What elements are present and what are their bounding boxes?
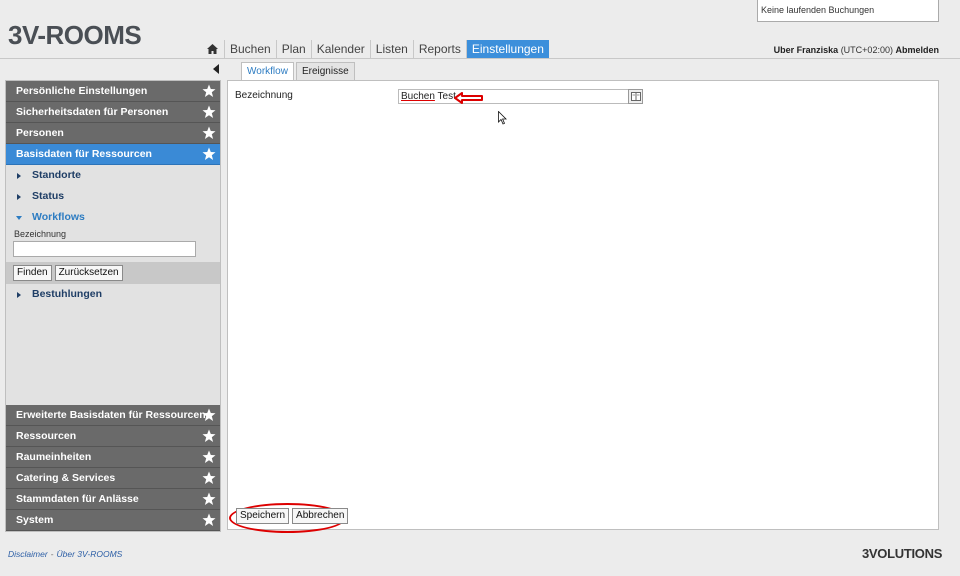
timezone: (UTC+02:00) bbox=[840, 45, 893, 55]
home-tab[interactable] bbox=[201, 40, 225, 58]
sidebar-section-label: Ressourcen bbox=[16, 430, 77, 442]
star-icon[interactable] bbox=[202, 105, 216, 119]
star-icon[interactable] bbox=[202, 408, 216, 422]
sidebar-section-system[interactable]: System bbox=[6, 510, 220, 531]
sidebar-section-label: Stammdaten für Anlässe bbox=[16, 493, 139, 505]
sidebar-item-label: Status bbox=[32, 190, 65, 202]
workflow-form: Bezeichnung Buchen Test Speichern Abbrec… bbox=[227, 80, 939, 533]
form-actions: Speichern Abbrechen bbox=[236, 508, 349, 524]
star-icon[interactable] bbox=[202, 147, 216, 161]
chevron-right-icon bbox=[17, 291, 21, 298]
save-button[interactable]: Speichern bbox=[236, 508, 290, 524]
sidebar-section-sicherheitsdaten[interactable]: Sicherheitsdaten für Personen bbox=[6, 102, 220, 123]
sidebar-section-ressourcen[interactable]: Ressourcen bbox=[6, 426, 220, 447]
reset-button[interactable]: Zurücksetzen bbox=[54, 265, 123, 281]
footer-separator: - bbox=[50, 549, 54, 559]
footer-links: Disclaimer - Über 3V-ROOMS bbox=[8, 549, 122, 559]
tab-kalender[interactable]: Kalender bbox=[312, 40, 371, 58]
app-logo: 3V-ROOMS bbox=[8, 20, 142, 50]
bezeichnung-input[interactable]: Buchen Test bbox=[398, 89, 642, 104]
sidebar-section-label: Catering & Services bbox=[16, 472, 116, 484]
sidebar-section-stammdaten-anlaesse[interactable]: Stammdaten für Anlässe bbox=[6, 489, 220, 510]
user-bar: Uber Franziska (UTC+02:00) Abmelden bbox=[774, 45, 939, 55]
mouse-cursor-icon bbox=[498, 111, 507, 125]
tab-buchen[interactable]: Buchen bbox=[225, 40, 277, 58]
sidebar-section-personen[interactable]: Personen bbox=[6, 123, 220, 144]
sidebar-section-raumeinheiten[interactable]: Raumeinheiten bbox=[6, 447, 220, 468]
sidebar-section-label: Raumeinheiten bbox=[16, 451, 92, 463]
chevron-down-icon bbox=[16, 215, 22, 220]
star-icon[interactable] bbox=[202, 471, 216, 485]
sidebar-section-basisdaten-ressourcen[interactable]: Basisdaten für Ressourcen bbox=[6, 144, 220, 165]
filter-bezeichnung-input[interactable] bbox=[13, 241, 196, 257]
sidebar-section-label: System bbox=[16, 514, 54, 526]
sidebar-section-catering-services[interactable]: Catering & Services bbox=[6, 468, 220, 489]
bezeichnung-label: Bezeichnung bbox=[235, 90, 293, 101]
tab-plan[interactable]: Plan bbox=[277, 40, 312, 58]
tab-workflow[interactable]: Workflow bbox=[241, 62, 294, 81]
tab-einstellungen[interactable]: Einstellungen bbox=[466, 40, 549, 58]
sidebar-item-status[interactable]: Status bbox=[6, 186, 220, 207]
sidebar-section-label: Persönliche Einstellungen bbox=[16, 85, 148, 97]
header-divider bbox=[0, 58, 960, 59]
cancel-button[interactable]: Abbrechen bbox=[292, 508, 349, 524]
star-icon[interactable] bbox=[202, 492, 216, 506]
find-button[interactable]: Finden bbox=[13, 265, 52, 281]
filter-actions: Finden Zurücksetzen bbox=[6, 262, 220, 284]
logout-link[interactable]: Abmelden bbox=[895, 45, 939, 55]
filter-label: Bezeichnung bbox=[14, 229, 67, 239]
sidebar-item-standorte[interactable]: Standorte bbox=[6, 165, 220, 186]
chevron-right-icon bbox=[17, 193, 21, 200]
sidebar-section-erweiterte-basisdaten[interactable]: Erweiterte Basisdaten für Ressourcen bbox=[6, 405, 220, 426]
running-bookings-box: Keine laufenden Buchungen bbox=[757, 0, 939, 22]
translation-book-icon[interactable] bbox=[628, 89, 643, 104]
sidebar-section-label: Personen bbox=[16, 127, 64, 139]
tab-listen[interactable]: Listen bbox=[371, 40, 414, 58]
star-icon[interactable] bbox=[202, 126, 216, 140]
bezeichnung-value-part2: Test bbox=[434, 91, 456, 102]
star-icon[interactable] bbox=[202, 84, 216, 98]
bezeichnung-value-part1: Buchen bbox=[401, 91, 435, 102]
vendor-logo: 3VOLUTIONS bbox=[862, 546, 943, 561]
sidebar-section-label: Basisdaten für Ressourcen bbox=[16, 148, 152, 160]
disclaimer-link[interactable]: Disclaimer bbox=[8, 549, 48, 559]
home-icon bbox=[207, 44, 218, 54]
top-navigation: Buchen Plan Kalender Listen Reports Eins… bbox=[201, 40, 549, 58]
content-tabs: Workflow Ereignisse bbox=[241, 62, 357, 81]
sidebar-item-bestuhlungen[interactable]: Bestuhlungen bbox=[6, 284, 220, 305]
annotation-arrow-icon bbox=[454, 92, 483, 104]
star-icon[interactable] bbox=[202, 429, 216, 443]
tab-ereignisse[interactable]: Ereignisse bbox=[295, 62, 355, 80]
tab-reports[interactable]: Reports bbox=[414, 40, 467, 58]
sidebar-item-workflows[interactable]: Workflows bbox=[6, 207, 220, 228]
about-link[interactable]: Über 3V-ROOMS bbox=[57, 549, 123, 559]
collapse-sidebar-icon[interactable] bbox=[212, 64, 220, 74]
sidebar-item-label: Bestuhlungen bbox=[32, 288, 102, 300]
chevron-right-icon bbox=[17, 172, 21, 179]
sidebar-item-label: Standorte bbox=[32, 169, 82, 181]
sidebar-item-label: Workflows bbox=[32, 211, 85, 223]
sidebar-section-label: Erweiterte Basisdaten für Ressourcen bbox=[16, 409, 206, 421]
sidebar-section-label: Sicherheitsdaten für Personen bbox=[16, 106, 169, 118]
star-icon[interactable] bbox=[202, 513, 216, 527]
sidebar: Persönliche Einstellungen Sicherheitsdat… bbox=[5, 80, 221, 532]
star-icon[interactable] bbox=[202, 450, 216, 464]
sidebar-bottom-sections: Erweiterte Basisdaten für Ressourcen Res… bbox=[6, 405, 220, 531]
book-icon bbox=[630, 92, 641, 101]
sidebar-section-persoenliche-einstellungen[interactable]: Persönliche Einstellungen bbox=[6, 81, 220, 102]
user-name: Uber Franziska bbox=[773, 45, 839, 55]
